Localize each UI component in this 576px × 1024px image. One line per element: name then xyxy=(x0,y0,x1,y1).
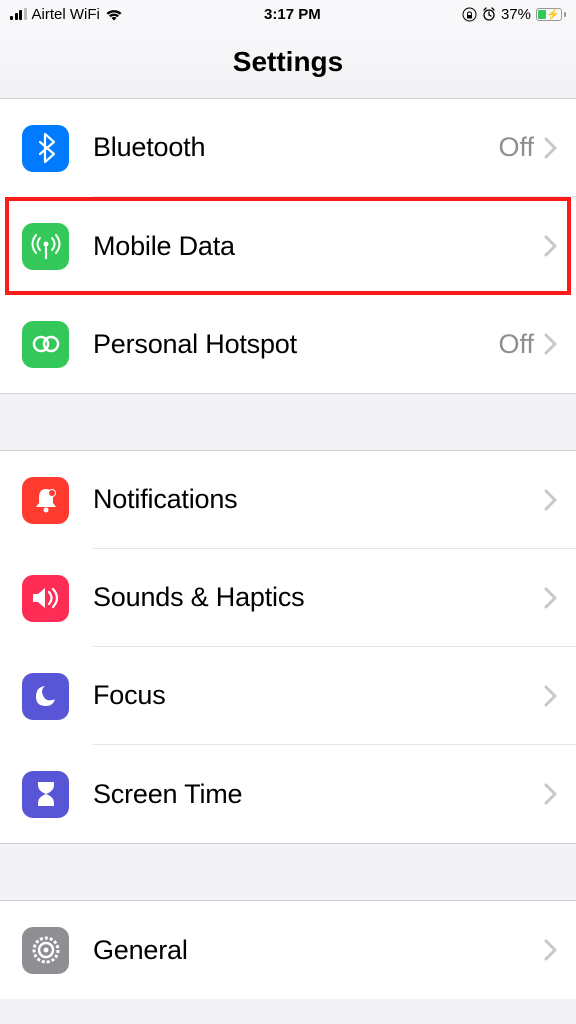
settings-group-connectivity: Bluetooth Off Mobile Data Personal Hotsp… xyxy=(0,99,576,393)
battery-icon: ⚡ xyxy=(536,8,566,21)
row-label: Mobile Data xyxy=(93,231,544,262)
chevron-right-icon xyxy=(544,939,558,961)
section-gap xyxy=(0,393,576,451)
status-time: 3:17 PM xyxy=(264,6,321,23)
chevron-right-icon xyxy=(544,235,558,257)
row-label: Notifications xyxy=(93,484,544,515)
chevron-right-icon xyxy=(544,333,558,355)
battery-percent: 37% xyxy=(501,6,531,23)
row-sounds-haptics[interactable]: Sounds & Haptics xyxy=(0,549,576,647)
row-personal-hotspot[interactable]: Personal Hotspot Off xyxy=(0,295,576,393)
signal-icon xyxy=(10,8,27,20)
chevron-right-icon xyxy=(544,685,558,707)
settings-group-alerts: Notifications Sounds & Haptics Focus Scr… xyxy=(0,451,576,843)
row-label: Personal Hotspot xyxy=(93,329,498,360)
orientation-lock-icon xyxy=(462,7,477,22)
row-general[interactable]: General xyxy=(0,901,576,999)
row-focus[interactable]: Focus xyxy=(0,647,576,745)
gear-icon xyxy=(22,927,69,974)
moon-icon xyxy=(22,673,69,720)
wifi-icon xyxy=(105,8,123,21)
row-label: Bluetooth xyxy=(93,132,498,163)
chevron-right-icon xyxy=(544,783,558,805)
speaker-icon xyxy=(22,575,69,622)
hotspot-icon xyxy=(22,321,69,368)
settings-group-general: General xyxy=(0,901,576,999)
row-mobile-data[interactable]: Mobile Data xyxy=(0,197,576,295)
row-label: Sounds & Haptics xyxy=(93,582,544,613)
chevron-right-icon xyxy=(544,587,558,609)
status-left: Airtel WiFi xyxy=(10,6,123,23)
bluetooth-icon xyxy=(22,125,69,172)
hourglass-icon xyxy=(22,771,69,818)
status-right: 37% ⚡ xyxy=(462,6,566,23)
antenna-icon xyxy=(22,223,69,270)
alarm-icon xyxy=(482,7,496,21)
page-header: Settings xyxy=(0,28,576,99)
chevron-right-icon xyxy=(544,489,558,511)
row-notifications[interactable]: Notifications xyxy=(0,451,576,549)
status-bar: Airtel WiFi 3:17 PM 37% ⚡ xyxy=(0,0,576,28)
chevron-right-icon xyxy=(544,137,558,159)
row-label: Focus xyxy=(93,680,544,711)
row-bluetooth[interactable]: Bluetooth Off xyxy=(0,99,576,197)
row-label: Screen Time xyxy=(93,779,544,810)
carrier-label: Airtel WiFi xyxy=(32,6,100,23)
page-title: Settings xyxy=(0,46,576,78)
notifications-icon xyxy=(22,477,69,524)
section-gap xyxy=(0,843,576,901)
row-screen-time[interactable]: Screen Time xyxy=(0,745,576,843)
row-value: Off xyxy=(498,329,534,360)
row-value: Off xyxy=(498,132,534,163)
row-label: General xyxy=(93,935,544,966)
